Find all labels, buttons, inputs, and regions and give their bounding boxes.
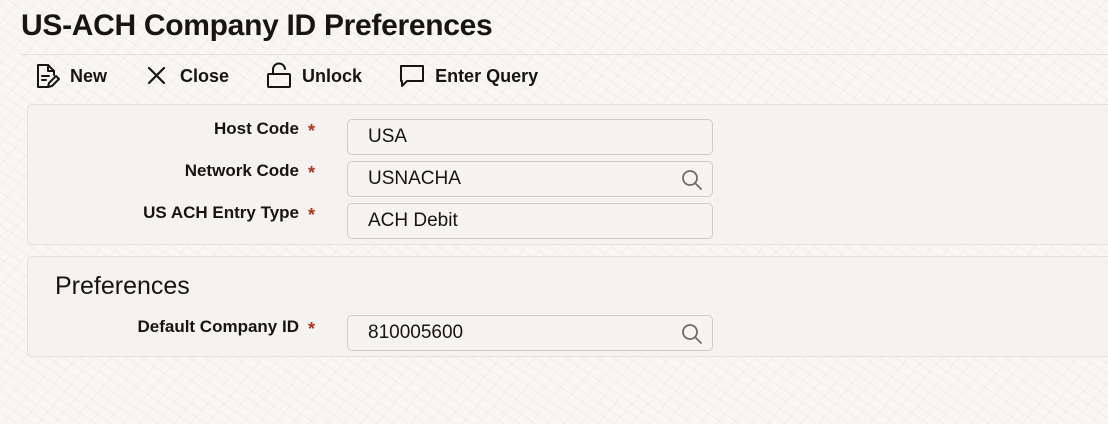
preferences-section-title: Preferences [55, 272, 190, 300]
close-button-label: Close [180, 65, 230, 86]
network-code-label: Network Code [184, 161, 299, 180]
default-company-id-required-marker: * [308, 319, 316, 339]
toolbar: New Close Unlock Enter Query [33, 60, 574, 92]
network-code-required-marker: * [308, 163, 316, 183]
unlock-icon [265, 62, 293, 90]
enter-query-button-label: Enter Query [435, 65, 539, 86]
header-fields-panel: Host Code * Network Code * US ACH Entry … [27, 104, 1108, 245]
unlock-button-label: Unlock [302, 65, 363, 86]
network-code-field[interactable] [347, 161, 713, 197]
new-button-label: New [70, 65, 108, 86]
page-title: US-ACH Company ID Preferences [21, 9, 493, 42]
default-company-id-label: Default Company ID [137, 317, 299, 336]
new-button[interactable]: New [33, 60, 107, 92]
speech-bubble-icon [398, 62, 426, 90]
network-code-input[interactable] [368, 162, 668, 196]
default-company-id-field[interactable] [347, 315, 713, 351]
entry-type-field[interactable] [347, 203, 713, 239]
close-icon [143, 62, 171, 90]
enter-query-button[interactable]: Enter Query [398, 60, 538, 92]
preferences-panel: Preferences Default Company ID * [27, 256, 1108, 357]
default-company-id-row: Default Company ID [28, 317, 328, 353]
host-code-label: Host Code [214, 119, 299, 138]
host-code-row: Host Code [28, 119, 328, 155]
host-code-required-marker: * [308, 121, 316, 141]
unlock-button[interactable]: Unlock [265, 60, 362, 92]
entry-type-input[interactable] [368, 204, 668, 238]
entry-type-row: US ACH Entry Type [28, 203, 328, 239]
close-button[interactable]: Close [143, 60, 229, 92]
title-divider [21, 54, 1108, 55]
network-code-row: Network Code [28, 161, 328, 197]
host-code-field[interactable] [347, 119, 713, 155]
host-code-input[interactable] [368, 120, 668, 154]
entry-type-label: US ACH Entry Type [143, 203, 299, 222]
search-icon[interactable] [680, 322, 704, 346]
document-edit-icon [33, 62, 61, 90]
search-icon[interactable] [680, 168, 704, 192]
entry-type-required-marker: * [308, 205, 316, 225]
default-company-id-input[interactable] [368, 316, 668, 350]
